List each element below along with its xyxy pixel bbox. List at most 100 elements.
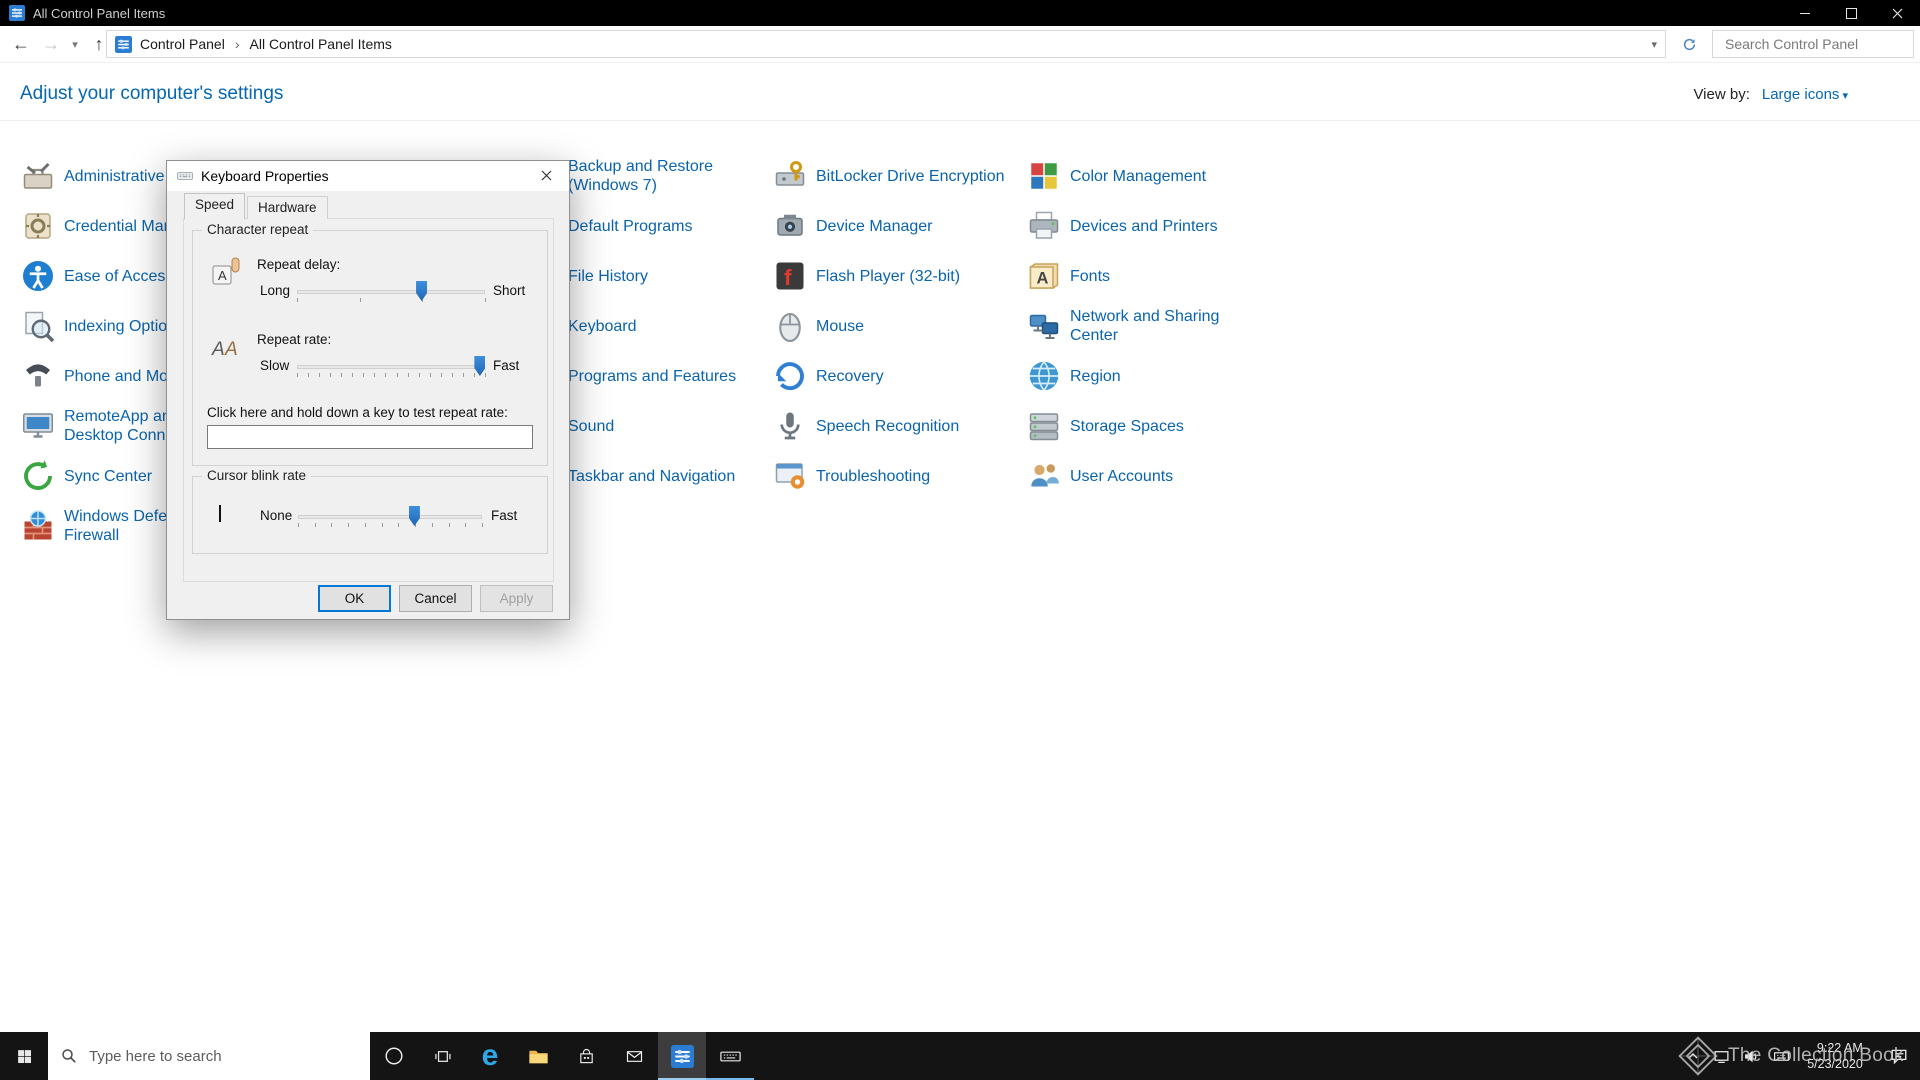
control-panel-item-label: File History [568, 267, 649, 285]
maximize-button[interactable] [1828, 0, 1874, 26]
start-button[interactable] [0, 1032, 48, 1080]
control-panel-item[interactable]: Device Manager [772, 201, 1036, 251]
phone-and-modem-icon [20, 358, 56, 394]
user-accounts-icon [1026, 458, 1062, 494]
repeat-delay-label: Repeat delay: [257, 257, 341, 272]
clock[interactable]: 9:22 AM 5/23/2020 [1796, 1032, 1878, 1080]
refresh-button[interactable] [1676, 32, 1702, 56]
show-hidden-icons-button[interactable] [1680, 1032, 1706, 1080]
action-center-button[interactable] [1878, 1032, 1920, 1080]
slider-tick [429, 373, 431, 377]
slider-track[interactable] [297, 290, 485, 294]
svg-text:A: A [211, 339, 225, 360]
cortana-button[interactable] [370, 1032, 418, 1080]
control-panel-item[interactable]: Speech Recognition [772, 401, 1036, 451]
control-panel-item[interactable]: Region [1026, 351, 1235, 401]
recent-pages-chevron-icon[interactable]: ▾ [66, 29, 84, 59]
action-center-icon [1891, 1049, 1907, 1065]
slider-tick [398, 523, 400, 527]
svg-text:A: A [1037, 270, 1049, 288]
tab-hardware[interactable]: Hardware [247, 196, 328, 219]
slider-tick [396, 373, 398, 377]
repeat-rate-slider-thumb[interactable] [474, 356, 486, 376]
touch-keyboard-button[interactable] [1766, 1032, 1796, 1080]
fonts-icon: A [1026, 258, 1062, 294]
task-view-button[interactable] [418, 1032, 466, 1080]
control-panel-taskbar-button[interactable] [658, 1032, 706, 1080]
control-panel-item[interactable]: Recovery [772, 351, 1036, 401]
control-panel-item-label: Recovery [816, 367, 884, 385]
mail-button[interactable] [610, 1032, 658, 1080]
breadcrumb-control-panel[interactable]: Control Panel [140, 36, 225, 52]
repeat-delay-icon: A [209, 253, 245, 289]
desktop-screen: All Control Panel Items ← → ▾ ↑ Control … [0, 0, 1920, 1080]
slider-tick [374, 373, 376, 377]
control-panel-item[interactable]: Devices and Printers [1026, 201, 1235, 251]
window-title: All Control Panel Items [33, 5, 166, 21]
cancel-button[interactable]: Cancel [399, 585, 472, 612]
address-bar[interactable]: Control Panel All Control Panel Items [106, 30, 1666, 58]
network-status-button[interactable] [1706, 1032, 1736, 1080]
slider-tick [314, 523, 316, 527]
address-dropdown-icon[interactable] [1651, 38, 1657, 51]
apply-button[interactable]: Apply [480, 585, 553, 612]
tab-speed[interactable]: Speed [184, 193, 246, 220]
control-panel-item[interactable]: A Fonts [1026, 251, 1235, 301]
taskbar-search [48, 1032, 370, 1080]
edge-button[interactable]: e [466, 1032, 514, 1080]
svg-text:f: f [784, 265, 792, 290]
repeat-delay-slider[interactable] [297, 281, 486, 303]
ok-button[interactable]: OK [318, 585, 391, 612]
cursor-blink-slider-thumb[interactable] [408, 506, 420, 526]
cursor-blink-slider[interactable] [298, 506, 483, 528]
repeat-test-label: Click here and hold down a key to test r… [207, 405, 508, 420]
control-panel-item[interactable]: f Flash Player (32-bit) [772, 251, 1036, 301]
control-panel-item[interactable]: Network and Sharing Center [1026, 301, 1235, 351]
windows-logo-icon [17, 1049, 31, 1063]
repeat-rate-slider[interactable] [297, 356, 486, 378]
repeat-rate-max-label: Fast [493, 358, 520, 373]
control-panel-item[interactable]: BitLocker Drive Encryption [772, 151, 1036, 201]
mouse-icon [772, 308, 808, 344]
minimize-button[interactable] [1782, 0, 1828, 26]
slider-track[interactable] [297, 365, 485, 369]
slider-tick [352, 373, 354, 377]
control-panel-item-label: Default Programs [568, 217, 693, 235]
slider-track[interactable] [298, 515, 482, 519]
repeat-test-input[interactable] [207, 425, 533, 449]
control-panel-item-label: Devices and Printers [1070, 217, 1218, 235]
view-by-dropdown[interactable]: Large icons [1762, 86, 1848, 103]
slider-tick [418, 373, 420, 377]
control-panel-item-label: Mouse [816, 317, 865, 335]
control-panel-item[interactable]: Storage Spaces [1026, 401, 1235, 451]
speech-recognition-icon [772, 408, 808, 444]
dialog-buttons: OK Cancel Apply [318, 585, 553, 612]
close-button[interactable] [1874, 0, 1920, 26]
control-panel-column: BitLocker Drive Encryption Device Manager… [772, 151, 1036, 501]
repeat-delay-slider-thumb[interactable] [416, 281, 428, 301]
slider-tick [465, 523, 467, 527]
taskbar-search-input[interactable] [87, 1046, 351, 1066]
search-input[interactable] [1723, 35, 1908, 53]
control-panel-item[interactable]: Mouse [772, 301, 1036, 351]
forward-button[interactable]: → [36, 29, 66, 59]
control-panel-icon [670, 1044, 694, 1068]
slider-tick [431, 523, 433, 527]
maximize-icon [1845, 7, 1857, 19]
slider-tick [364, 523, 366, 527]
control-panel-item[interactable]: Troubleshooting [772, 451, 1036, 501]
keyboard-properties-taskbar-button[interactable] [706, 1032, 754, 1080]
dialog-titlebar: Keyboard Properties [167, 161, 569, 191]
volume-button[interactable] [1736, 1032, 1766, 1080]
slider-tick [297, 298, 298, 302]
control-panel-item-label: Network and Sharing Center [1070, 308, 1220, 344]
file-explorer-button[interactable] [514, 1032, 562, 1080]
repeat-delay-min-label: Long [260, 283, 291, 298]
svg-text:A: A [218, 268, 227, 283]
store-button[interactable] [562, 1032, 610, 1080]
back-button[interactable]: ← [6, 29, 36, 59]
control-panel-item[interactable]: User Accounts [1026, 451, 1235, 501]
breadcrumb-all-items[interactable]: All Control Panel Items [225, 36, 392, 52]
control-panel-item[interactable]: Color Management [1026, 151, 1235, 201]
dialog-close-button[interactable] [524, 161, 569, 190]
